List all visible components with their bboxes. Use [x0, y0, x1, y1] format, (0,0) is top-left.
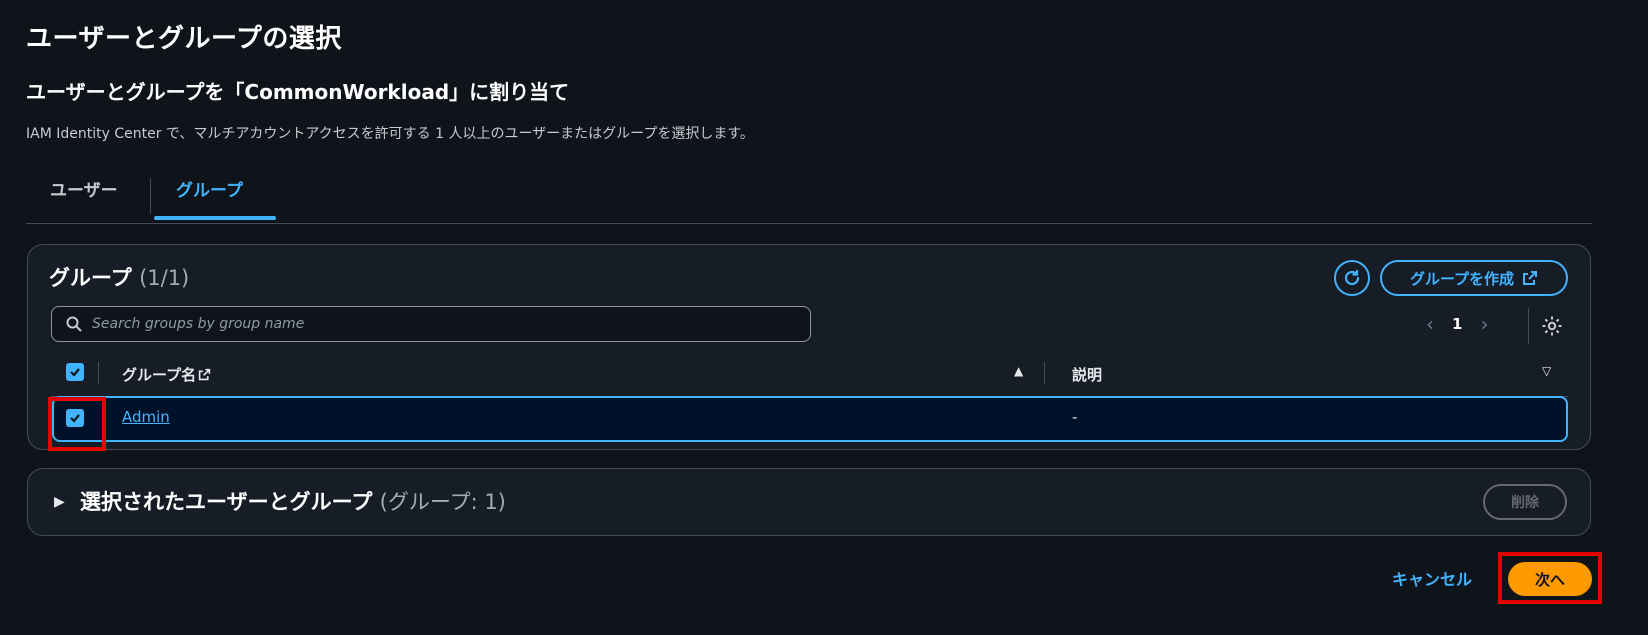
group-name-link[interactable]: Admin: [122, 408, 170, 426]
column-divider: [1044, 362, 1045, 384]
selected-count: (グループ: 1): [379, 490, 506, 514]
selected-panel-title: 選択されたユーザーとグループ: [80, 490, 373, 514]
table-row[interactable]: [52, 396, 1568, 442]
column-header-description[interactable]: 説明: [1072, 364, 1102, 385]
column-header-group-name-label: グループ名: [122, 366, 197, 384]
pagination: ‹ 1 ›: [1426, 308, 1488, 340]
search-icon: [66, 316, 82, 332]
groups-heading: グループ (1/1): [49, 262, 189, 292]
tab-bar: ユーザー グループ: [26, 176, 1592, 224]
external-link-icon: [1523, 271, 1538, 285]
gear-icon[interactable]: [1540, 314, 1564, 338]
page-title: ユーザーとグループの選択: [26, 24, 342, 54]
groups-count: (1/1): [139, 266, 190, 290]
highlight-box-next: [1498, 552, 1602, 604]
refresh-icon: [1344, 269, 1360, 286]
external-link-icon: [198, 368, 211, 381]
tab-users[interactable]: ユーザー: [50, 176, 118, 224]
current-page-number[interactable]: 1: [1452, 315, 1462, 333]
search-field[interactable]: [51, 306, 811, 342]
previous-page-icon[interactable]: ‹: [1426, 312, 1434, 336]
remove-button[interactable]: 削除: [1483, 484, 1567, 520]
expand-caret-icon[interactable]: ▶: [54, 494, 65, 510]
page-description: IAM Identity Center で、マルチアカウントアクセスを許可する …: [26, 126, 754, 142]
cancel-button[interactable]: キャンセル: [1392, 566, 1472, 590]
section-title: ユーザーとグループを「CommonWorkload」に割り当て: [26, 80, 570, 104]
groups-heading-label: グループ: [49, 266, 132, 290]
tab-divider: [150, 178, 151, 214]
checkmark-icon: [70, 368, 80, 377]
sort-descending-icon[interactable]: ▽: [1542, 364, 1551, 378]
sort-ascending-icon[interactable]: ▲: [1014, 364, 1023, 378]
active-tab-indicator: [154, 216, 276, 220]
refresh-button[interactable]: [1334, 260, 1370, 296]
selected-panel-heading[interactable]: 選択されたユーザーとグループ (グループ: 1): [80, 486, 506, 516]
select-all-checkbox[interactable]: [66, 363, 84, 381]
create-group-label: グループを作成: [1409, 269, 1515, 288]
create-group-button[interactable]: グループを作成: [1380, 260, 1568, 296]
group-description: -: [1072, 408, 1078, 426]
search-input[interactable]: [92, 316, 792, 332]
highlight-box-checkbox: [48, 397, 106, 451]
pagination-divider: [1528, 308, 1529, 344]
next-page-icon[interactable]: ›: [1480, 312, 1488, 336]
column-divider: [98, 362, 99, 384]
column-header-group-name[interactable]: グループ名: [122, 364, 211, 385]
